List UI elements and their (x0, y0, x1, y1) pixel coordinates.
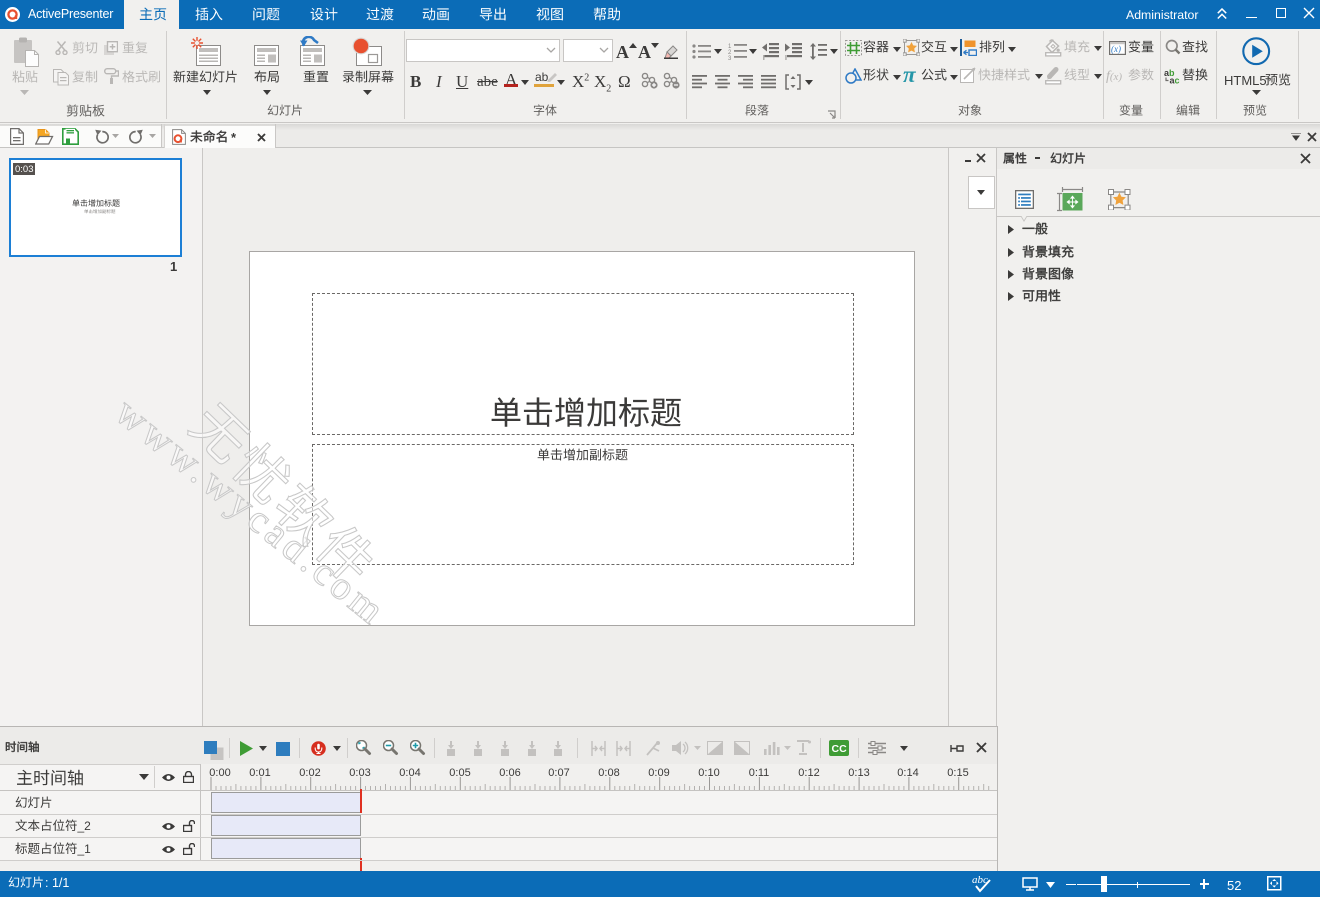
svg-text:(x): (x) (1111, 44, 1121, 54)
svg-text:ac: ac (1170, 76, 1180, 85)
svg-text:CC: CC (832, 743, 848, 755)
svg-text:3: 3 (728, 56, 732, 60)
